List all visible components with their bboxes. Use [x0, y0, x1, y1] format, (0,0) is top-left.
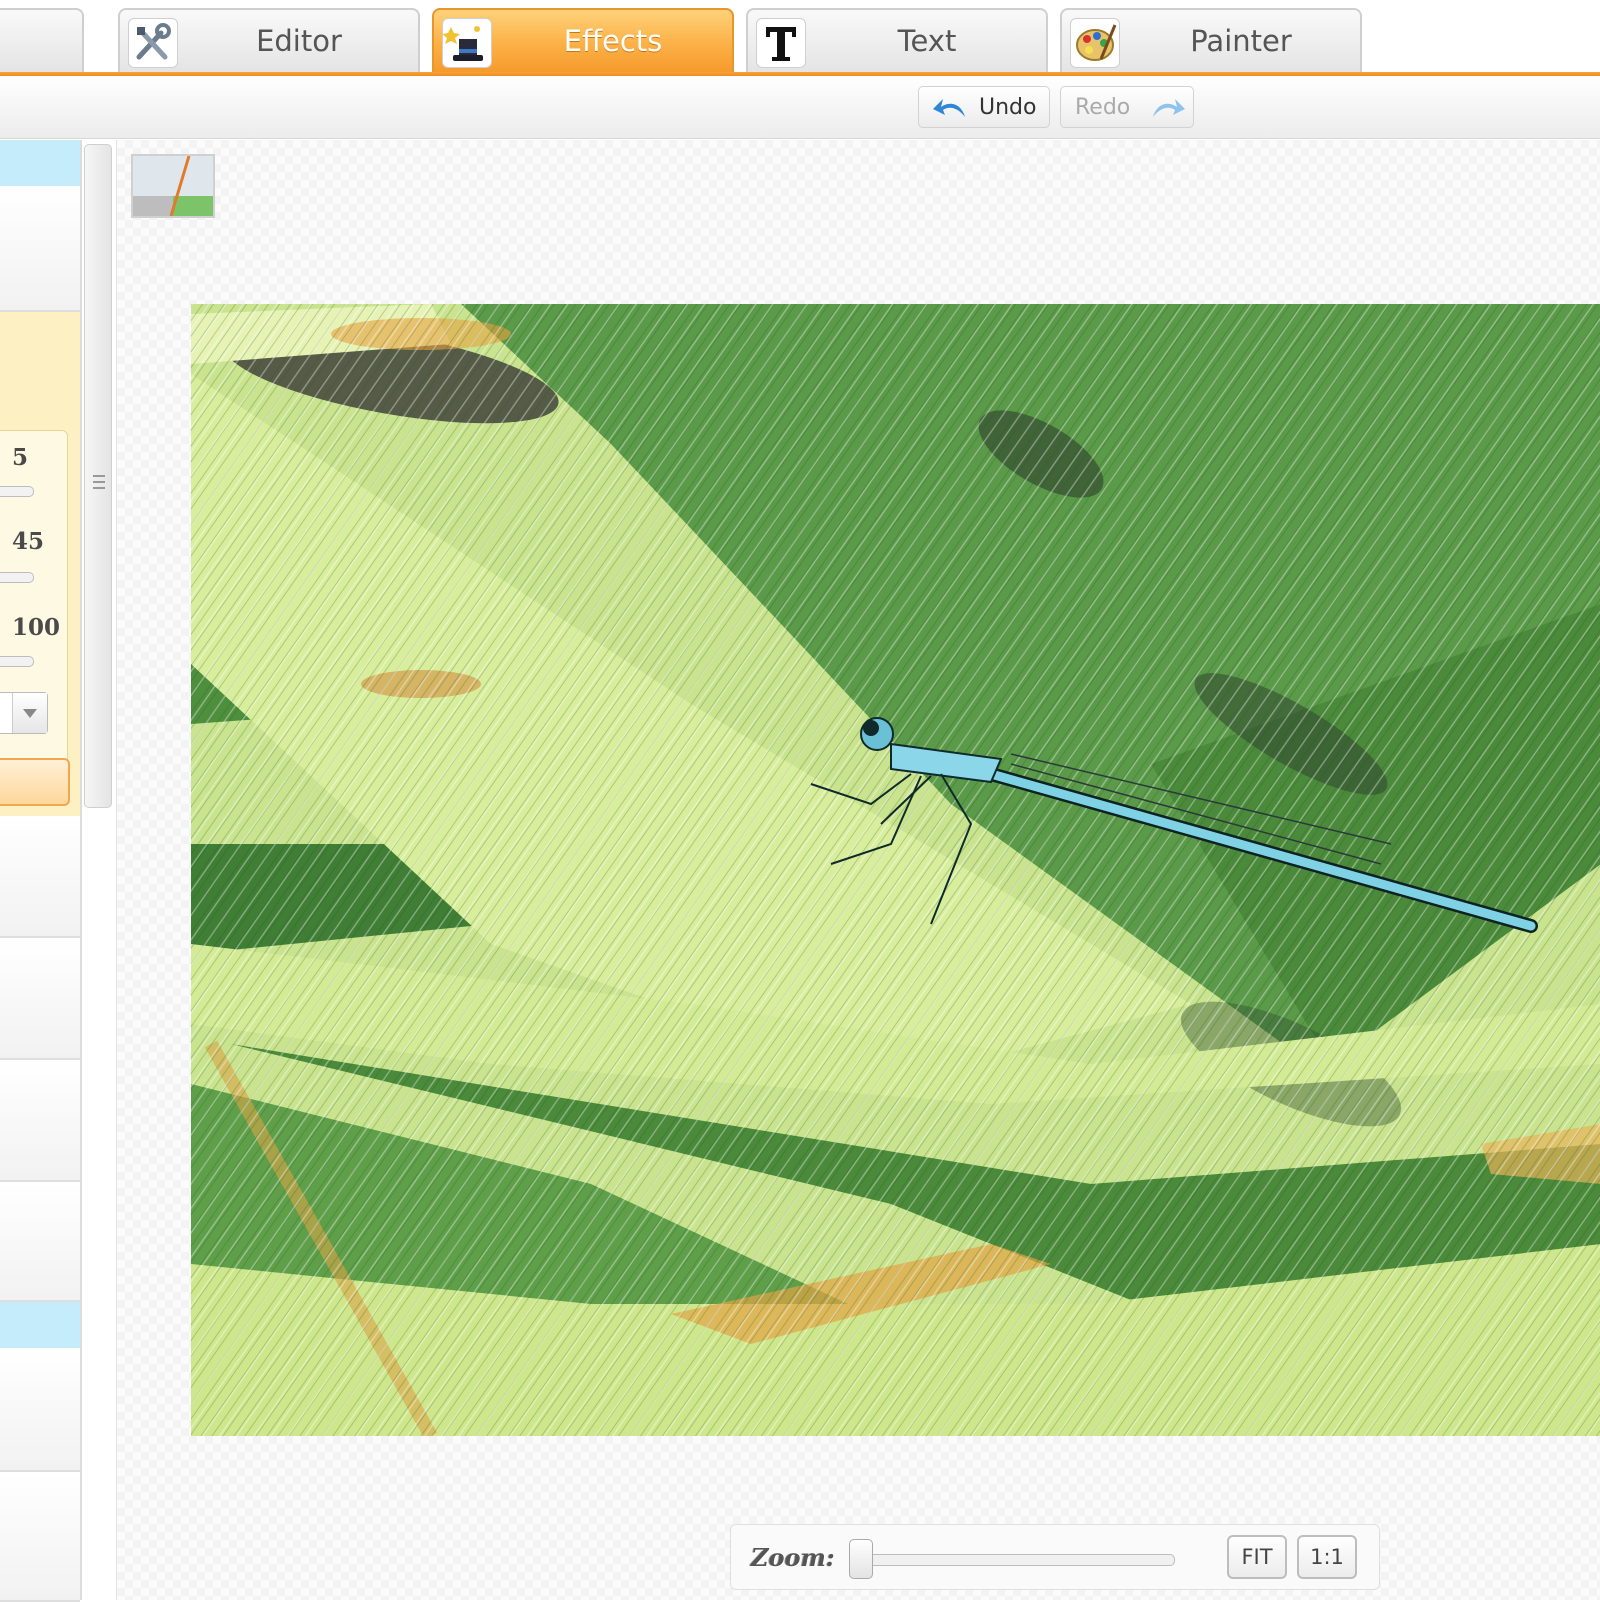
zoom-label: Zoom:	[751, 1543, 835, 1572]
setting-slider-3[interactable]	[0, 656, 34, 667]
zoom-actual-size-button[interactable]: 1:1	[1297, 1535, 1357, 1579]
palette-icon	[1070, 18, 1120, 68]
dragonfly-image	[191, 304, 1600, 1436]
sidebar-item[interactable]	[0, 1472, 80, 1602]
sidebar-item[interactable]	[0, 186, 80, 312]
zoom-fit-button[interactable]: FIT	[1227, 1535, 1287, 1579]
undo-arrow-icon	[933, 99, 965, 117]
chevron-down-icon[interactable]	[12, 693, 47, 733]
magic-hat-icon	[442, 18, 492, 68]
tab-painter[interactable]: Painter	[1060, 8, 1362, 72]
setting-value-3: 100	[12, 614, 61, 641]
zoom-slider-thumb[interactable]	[849, 1539, 873, 1579]
sidebar-item[interactable]	[0, 1060, 80, 1182]
tab-text-label: Text	[897, 24, 957, 58]
zoom-slider-track[interactable]	[855, 1554, 1175, 1566]
sidebar-item[interactable]	[0, 1348, 80, 1472]
text-t-icon	[756, 18, 806, 68]
tab-editor[interactable]: Editor	[118, 8, 420, 72]
canvas-area	[116, 140, 1600, 1600]
apply-button[interactable]	[0, 758, 70, 806]
setting-value-1: 5	[12, 444, 29, 471]
tab-hidden-left[interactable]	[0, 8, 84, 72]
tools-icon	[128, 18, 178, 68]
effects-sidebar: 5 45 100	[0, 140, 82, 1602]
tab-painter-label: Painter	[1190, 24, 1292, 58]
tab-effects-label: Effects	[563, 24, 663, 58]
sidebar-item[interactable]	[0, 1182, 80, 1302]
sidebar-item[interactable]	[0, 816, 80, 938]
redo-button[interactable]: Redo	[1060, 86, 1194, 128]
redo-arrow-icon	[1153, 99, 1185, 117]
tab-effects[interactable]: Effects	[432, 8, 734, 72]
main-tab-bar: Editor Effects Text Painter	[0, 0, 1600, 76]
panel-splitter[interactable]	[84, 144, 112, 808]
setting-slider-1[interactable]	[0, 486, 34, 497]
effect-settings-panel: 5 45 100	[0, 312, 80, 825]
sidebar-category-header[interactable]	[0, 1302, 80, 1348]
edited-photo[interactable]	[191, 304, 1600, 1436]
setting-value-2: 45	[12, 528, 45, 555]
undo-label: Undo	[979, 95, 1037, 120]
sidebar-item[interactable]	[0, 938, 80, 1060]
sidebar-category-header[interactable]	[0, 140, 80, 186]
setting-dropdown[interactable]	[0, 692, 48, 734]
tab-editor-label: Editor	[256, 24, 342, 58]
image-thumbnail[interactable]	[131, 154, 215, 218]
grip-icon	[93, 475, 105, 489]
tab-text[interactable]: Text	[746, 8, 1048, 72]
zoom-bar: Zoom: FIT 1:1	[730, 1524, 1380, 1590]
undo-button[interactable]: Undo	[918, 86, 1050, 128]
setting-slider-2[interactable]	[0, 572, 34, 583]
toolbar: Undo Redo	[0, 76, 1600, 139]
redo-label: Redo	[1075, 95, 1131, 120]
